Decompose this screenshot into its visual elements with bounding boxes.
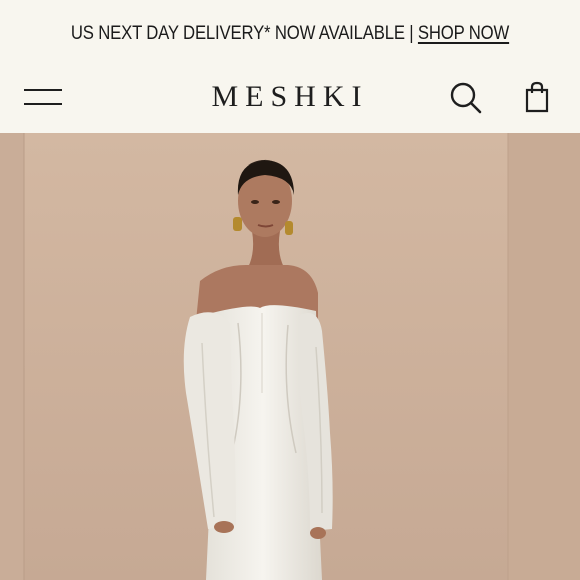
- brand-logo[interactable]: MESHKI: [0, 80, 580, 114]
- backdrop-edge-left: [0, 133, 24, 580]
- shop-now-link[interactable]: SHOP NOW: [418, 23, 509, 44]
- announcement-text: US NEXT DAY DELIVERY* NOW AVAILABLE | SH…: [71, 23, 509, 45]
- announcement-bar: US NEXT DAY DELIVERY* NOW AVAILABLE | SH…: [0, 0, 580, 68]
- hero-image[interactable]: [0, 133, 580, 580]
- shopping-bag-button[interactable]: [520, 80, 554, 114]
- shopping-bag-icon: [525, 81, 549, 113]
- announcement-message: US NEXT DAY DELIVERY* NOW AVAILABLE |: [70, 23, 418, 44]
- search-button[interactable]: [448, 80, 482, 114]
- site-header: MESHKI: [0, 68, 580, 133]
- hero-photo: [0, 133, 580, 580]
- backdrop-edge-right: [508, 133, 580, 580]
- search-icon: [450, 82, 482, 114]
